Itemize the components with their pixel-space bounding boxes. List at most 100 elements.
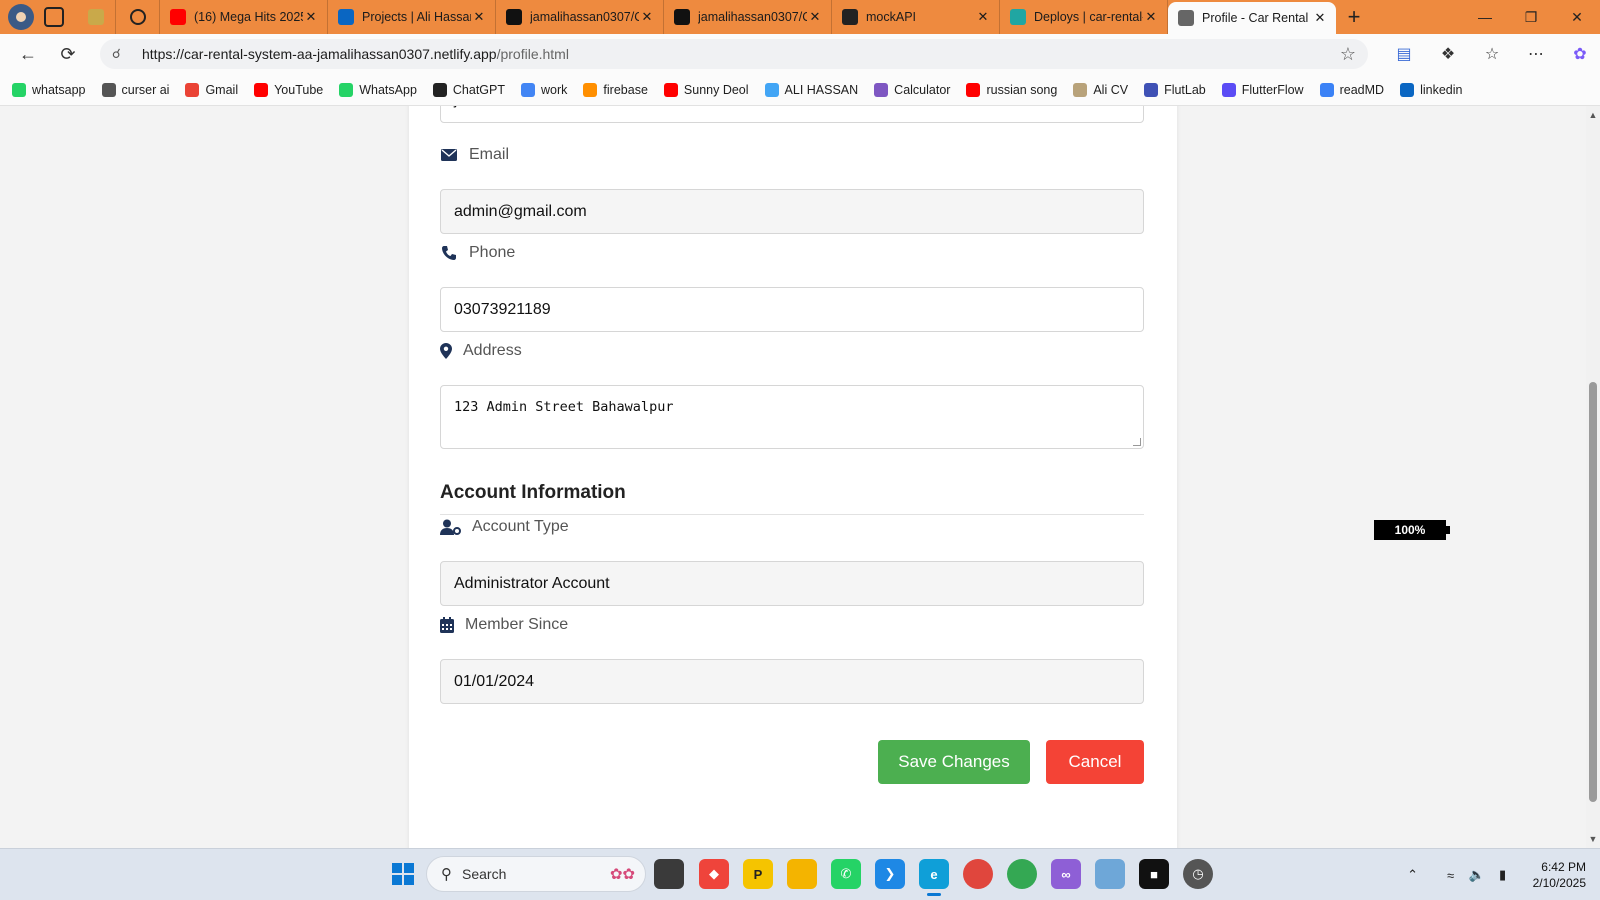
pinned-tab[interactable] bbox=[76, 0, 116, 34]
bookmark-item[interactable]: Gmail bbox=[185, 82, 238, 97]
browser-tab[interactable]: Projects | Ali Hassan ✕ bbox=[328, 0, 496, 34]
file-explorer-icon[interactable] bbox=[787, 859, 817, 889]
copilot-icon[interactable]: ✿ bbox=[1558, 37, 1600, 71]
chevron-up-icon[interactable]: ⌃ bbox=[1401, 867, 1425, 883]
scroll-down-arrow-icon[interactable]: ▼ bbox=[1588, 834, 1598, 844]
favorites-icon[interactable]: ☆ bbox=[1470, 37, 1514, 71]
member-since-field[interactable]: 01/01/2024 bbox=[440, 659, 1144, 704]
taskbar-clock[interactable]: 6:42 PM 2/10/2025 bbox=[1533, 859, 1586, 891]
anydesk-app-icon[interactable]: ◆ bbox=[699, 859, 729, 889]
mockapi-icon bbox=[842, 9, 858, 25]
volume-icon[interactable]: 🔈 bbox=[1465, 867, 1489, 883]
bookmark-label: Sunny Deol bbox=[683, 82, 749, 97]
browser-tab[interactable]: Profile - Car Rental S ✕ bbox=[1168, 2, 1336, 34]
windows-start-icon[interactable] bbox=[392, 863, 414, 885]
chrome-profile-app-icon[interactable] bbox=[1007, 859, 1037, 889]
extensions-icon[interactable]: ❖ bbox=[1426, 37, 1470, 71]
phone-field[interactable]: 03073921189 bbox=[440, 287, 1144, 332]
photos-app-icon[interactable] bbox=[1095, 859, 1125, 889]
close-window-button[interactable]: ✕ bbox=[1554, 0, 1600, 34]
youtube-icon bbox=[966, 82, 981, 97]
close-tab-icon[interactable]: ✕ bbox=[975, 9, 991, 25]
save-changes-button[interactable]: Save Changes bbox=[878, 740, 1030, 784]
bookmark-item[interactable]: FlutLab bbox=[1144, 82, 1206, 97]
resize-handle[interactable] bbox=[1133, 438, 1141, 446]
email-field[interactable]: admin@gmail.com bbox=[440, 189, 1144, 234]
bookmark-label: work bbox=[541, 82, 568, 97]
browser-tab[interactable]: Deploys | car-rental- ✕ bbox=[1000, 0, 1168, 34]
github-icon bbox=[506, 9, 522, 25]
browser-tab[interactable]: mockAPI ✕ bbox=[832, 0, 1000, 34]
browser-tab[interactable]: jamalihassan0307/Ca ✕ bbox=[664, 0, 832, 34]
edge-app-icon[interactable]: e bbox=[919, 859, 949, 896]
account-type-field[interactable]: Administrator Account bbox=[440, 561, 1144, 606]
translate-icon[interactable]: ▤ bbox=[1382, 37, 1426, 71]
linkedin-icon bbox=[338, 9, 354, 25]
username-input[interactable]: jamalihassan0307 bbox=[440, 106, 1144, 123]
close-tab-icon[interactable]: ✕ bbox=[1312, 10, 1328, 26]
taskbar-search[interactable]: ⚲ Search ✿✿ bbox=[426, 856, 646, 892]
bookmark-item[interactable]: readMD bbox=[1319, 82, 1384, 97]
bookmark-label: YouTube bbox=[274, 82, 324, 97]
pinned-tab-chatgpt[interactable] bbox=[116, 0, 160, 34]
visual-studio-app-icon[interactable]: ∞ bbox=[1051, 859, 1081, 889]
minimize-button[interactable]: — bbox=[1462, 0, 1508, 34]
close-tab-icon[interactable]: ✕ bbox=[471, 9, 487, 25]
browser-tab[interactable]: jamalihassan0307/Ca ✕ bbox=[496, 0, 664, 34]
reload-button[interactable]: ⟳ bbox=[48, 37, 88, 71]
bookmark-item[interactable]: whatsapp bbox=[12, 82, 86, 97]
more-menu-icon[interactable]: ⋯ bbox=[1514, 37, 1558, 71]
bookmark-item[interactable]: ChatGPT bbox=[432, 82, 505, 97]
close-tab-icon[interactable]: ✕ bbox=[639, 9, 655, 25]
wifi-icon[interactable]: ≈ bbox=[1439, 868, 1463, 883]
address-bar[interactable]: ☌ https://car-rental-system-aa-jamalihas… bbox=[100, 39, 1368, 69]
bookmark-item[interactable]: WhatsApp bbox=[339, 82, 417, 97]
site-info-icon[interactable]: ☌ bbox=[112, 46, 128, 62]
battery-icon[interactable]: ▮ bbox=[1491, 867, 1515, 883]
restore-button[interactable]: ❐ bbox=[1508, 0, 1554, 34]
envelope-icon bbox=[440, 146, 458, 164]
bookmark-item[interactable]: firebase bbox=[583, 82, 648, 97]
bookmark-label: FlutterFlow bbox=[1241, 82, 1304, 97]
page-scrollbar[interactable]: ▲ ▼ bbox=[1586, 106, 1600, 848]
bookmark-item[interactable]: Sunny Deol bbox=[663, 82, 749, 97]
bookmark-item[interactable]: linkedin bbox=[1400, 82, 1463, 97]
bookmark-label: WhatsApp bbox=[359, 82, 417, 97]
bookmark-item[interactable]: russian song bbox=[966, 82, 1057, 97]
bookmark-item[interactable]: Ali CV bbox=[1073, 82, 1129, 97]
scroll-thumb[interactable] bbox=[1589, 382, 1597, 802]
close-tab-icon[interactable]: ✕ bbox=[1143, 9, 1159, 25]
profile-avatar[interactable] bbox=[8, 4, 34, 30]
account-section-title: Account Information bbox=[440, 482, 626, 503]
bookmark-label: linkedin bbox=[1420, 82, 1463, 97]
new-tab-button[interactable]: + bbox=[1336, 0, 1372, 34]
chatgpt-icon bbox=[432, 82, 447, 97]
browser-tab[interactable]: (16) Mega Hits 2025 ✕ bbox=[160, 0, 328, 34]
scroll-up-arrow-icon[interactable]: ▲ bbox=[1588, 110, 1598, 120]
bookmark-item[interactable]: work bbox=[521, 82, 568, 97]
postbox-app-icon[interactable]: P bbox=[743, 859, 773, 889]
vscode-app-icon[interactable]: ❯ bbox=[875, 859, 905, 889]
workspaces-icon[interactable] bbox=[44, 7, 64, 27]
bookmark-label: Ali CV bbox=[1093, 82, 1129, 97]
whatsapp-app-icon[interactable]: ✆ bbox=[831, 859, 861, 889]
bookmark-item[interactable]: FlutterFlow bbox=[1221, 82, 1304, 97]
bookmark-item[interactable]: ALI HASSAN bbox=[764, 82, 858, 97]
back-button[interactable]: ← bbox=[8, 37, 48, 71]
bookmark-star-icon[interactable]: ☆ bbox=[1340, 44, 1356, 65]
bookmark-item[interactable]: YouTube bbox=[254, 82, 324, 97]
capcut-app-icon[interactable]: ■ bbox=[1139, 859, 1169, 889]
address-textarea[interactable]: 123 Admin Street Bahawalpur bbox=[440, 385, 1144, 449]
cancel-button[interactable]: Cancel bbox=[1046, 740, 1144, 784]
chrome-app-icon[interactable] bbox=[963, 859, 993, 889]
bookmark-item[interactable]: Calculator bbox=[874, 82, 950, 97]
tab-title: Projects | Ali Hassan bbox=[362, 10, 471, 24]
member-since-label-text: Member Since bbox=[465, 616, 569, 633]
close-tab-icon[interactable]: ✕ bbox=[807, 9, 823, 25]
clock-app-icon[interactable]: ◷ bbox=[1183, 859, 1213, 889]
close-tab-icon[interactable]: ✕ bbox=[303, 9, 319, 25]
youtube-icon bbox=[663, 82, 678, 97]
bookmark-item[interactable]: curser ai bbox=[101, 82, 169, 97]
terminal-app-icon[interactable] bbox=[654, 859, 684, 889]
calendar-icon bbox=[440, 616, 454, 634]
